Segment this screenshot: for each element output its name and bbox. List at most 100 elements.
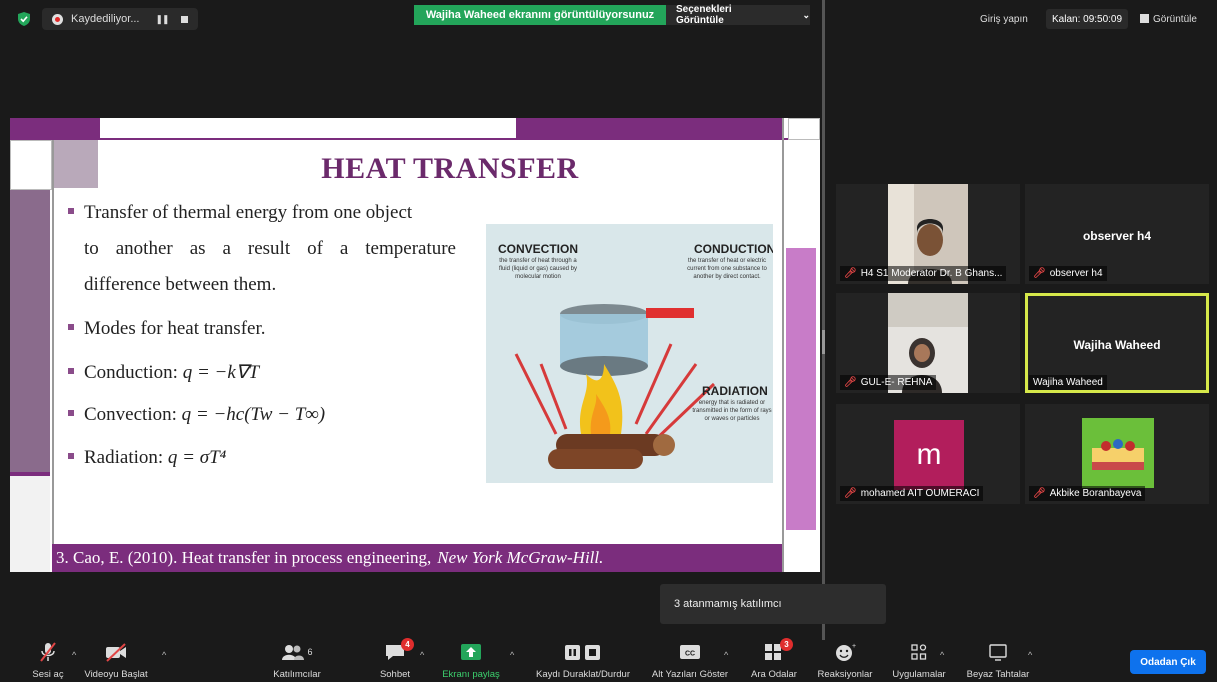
reference-publisher: New York McGraw-Hill. xyxy=(437,548,604,567)
captions-label: Alt Yazıları Göster xyxy=(651,669,729,680)
divider-drag-handle[interactable] xyxy=(822,330,825,354)
participants-button[interactable]: 6 Katılımcılar xyxy=(268,640,326,682)
pause-recording-icon[interactable]: ❚❚ xyxy=(155,14,169,25)
participant-name: Wajiha Waheed xyxy=(1029,375,1107,390)
closed-captions-icon: CC xyxy=(679,640,701,664)
unassigned-participants-popup[interactable]: 3 atanmamış katılımcı xyxy=(660,584,886,624)
shared-screen-slide: HEAT TRANSFER Transfer of thermal energy… xyxy=(10,118,820,572)
participant-name: 🎤︎ H4 S1 Moderator Dr. B Ghans... xyxy=(840,266,1007,281)
view-button[interactable]: Görüntüle xyxy=(1140,14,1197,25)
chat-unread-badge: 4 xyxy=(401,638,414,651)
bullet-label: Radiation: xyxy=(84,447,164,468)
bullet-label: Convection: xyxy=(84,404,177,425)
pause-stop-recording-button[interactable]: Kaydı Duraklat/Durdur xyxy=(528,640,638,682)
radiation-label: RADIATION xyxy=(702,384,768,398)
convection-label: CONVECTION xyxy=(498,242,579,256)
screen-share-banner: Wajiha Waheed ekranını görüntülüyorsunuz xyxy=(414,5,666,25)
convection-description: the transfer of heat through a fluid (li… xyxy=(498,258,578,280)
reactions-smiley-icon: + xyxy=(834,640,856,664)
view-options-button[interactable]: Seçenekleri Görüntüle ⌄ xyxy=(666,4,810,26)
view-button-label: Görüntüle xyxy=(1153,14,1197,25)
slide-decoration xyxy=(10,118,100,138)
breakout-rooms-button[interactable]: 3 Ara Odalar xyxy=(746,638,802,682)
bullet-text-continued: to another as a result of a temperature xyxy=(84,238,456,259)
participant-tile-active-speaker[interactable]: Wajiha Waheed Wajiha Waheed xyxy=(1025,293,1209,393)
conduction-description: the transfer of heat or electric current… xyxy=(687,258,767,280)
stop-recording-icon[interactable] xyxy=(180,15,188,23)
chat-button[interactable]: 4 Sohbet xyxy=(374,638,416,682)
security-shield-icon[interactable] xyxy=(18,12,30,26)
participant-display-name: observer h4 xyxy=(1082,229,1152,243)
slide-decoration xyxy=(52,140,54,572)
participant-name-text: GUL-E- REHNA xyxy=(860,377,933,388)
bullet-text: Transfer of thermal energy from one obje… xyxy=(84,202,413,223)
grid-view-icon xyxy=(1140,14,1149,23)
reactions-button[interactable]: + Reaksiyonlar xyxy=(814,640,876,682)
start-video-label: Videoyu Başlat xyxy=(84,669,148,680)
meeting-top-bar: Kaydediliyor... ❚❚ Wajiha Waheed ekranın… xyxy=(0,0,1217,36)
participants-label: Katılımcılar xyxy=(273,669,321,680)
chat-label: Sohbet xyxy=(379,669,411,680)
participant-tile[interactable]: observer h4 🎤︎ observer h4 xyxy=(1025,184,1209,284)
bullet-icon xyxy=(68,324,74,330)
unmute-button[interactable]: Sesi aç xyxy=(28,640,68,682)
participant-name-text: Akbike Boranbayeva xyxy=(1049,488,1142,499)
panel-divider[interactable] xyxy=(822,0,825,640)
slide-decoration xyxy=(10,472,50,572)
apps-icon xyxy=(909,640,929,664)
participants-icon: 6 xyxy=(281,640,313,664)
participant-name-text: Wajiha Waheed xyxy=(1033,377,1103,388)
whiteboards-button[interactable]: Beyaz Tahtalar xyxy=(962,640,1034,682)
participant-tile[interactable]: 🎤︎ GUL-E- REHNA xyxy=(836,293,1020,393)
apps-options-chevron-icon[interactable]: ^ xyxy=(940,650,944,660)
show-captions-button[interactable]: CC Alt Yazıları Göster xyxy=(648,640,732,682)
video-options-chevron-icon[interactable]: ^ xyxy=(162,650,166,660)
recording-control-label: Kaydı Duraklat/Durdur xyxy=(536,669,630,680)
participant-name-text: mohamed AIT OUMERACI xyxy=(860,488,980,499)
slide-decoration xyxy=(516,118,784,138)
participant-tile[interactable]: m 🎤︎ mohamed AIT OUMERACI xyxy=(836,404,1020,504)
radiation-formula: q = σT⁴ xyxy=(167,447,227,468)
slide-reference: 3. Cao, E. (2010). Heat transfer in proc… xyxy=(52,544,782,572)
view-options-label: Seçenekleri Görüntüle xyxy=(676,4,732,26)
mic-muted-icon: 🎤︎ xyxy=(1033,268,1046,279)
bullet-item: Conduction: q = −k∇T xyxy=(68,361,259,384)
conduction-label: CONDUCTION xyxy=(694,242,773,256)
apps-label: Uygulamalar xyxy=(892,669,946,680)
reactions-label: Reaksiyonlar xyxy=(817,669,873,680)
share-screen-button[interactable]: Ekranı paylaş xyxy=(442,640,500,682)
bullet-item: Convection: q = −hc(Tw − T∞) xyxy=(68,404,325,426)
whiteboards-options-chevron-icon[interactable]: ^ xyxy=(1028,650,1032,660)
bullet-item: Transfer of thermal energy from one obje… xyxy=(68,202,412,224)
breakout-rooms-icon: 3 xyxy=(763,638,793,664)
chevron-down-icon: ⌄ xyxy=(802,9,810,20)
apps-button[interactable]: Uygulamalar xyxy=(886,640,952,682)
chat-icon: 4 xyxy=(384,638,414,664)
bullet-icon xyxy=(68,368,74,374)
svg-text:+: + xyxy=(852,643,856,650)
bullet-label: Conduction: xyxy=(84,362,178,383)
slide-decoration xyxy=(54,140,98,188)
start-video-button[interactable]: Videoyu Başlat xyxy=(84,640,148,682)
slide-decoration xyxy=(10,138,820,140)
participant-name: 🎤︎ observer h4 xyxy=(1029,266,1107,281)
slide-decoration xyxy=(786,248,816,530)
share-options-chevron-icon[interactable]: ^ xyxy=(510,650,514,660)
bullet-item: Modes for heat transfer. xyxy=(68,318,266,340)
chat-options-chevron-icon[interactable]: ^ xyxy=(420,650,424,660)
audio-options-chevron-icon[interactable]: ^ xyxy=(72,650,76,660)
participant-avatar: m xyxy=(894,420,964,490)
participant-tile[interactable]: 🎤︎ Akbike Boranbayeva xyxy=(1025,404,1209,504)
captions-options-chevron-icon[interactable]: ^ xyxy=(724,650,728,660)
meeting-toolbar: Sesi aç ^ Videoyu Başlat ^ 6 Katılımcıla… xyxy=(0,638,1217,682)
leave-meeting-button[interactable]: Odadan Çık xyxy=(1130,650,1206,674)
bullet-icon xyxy=(68,208,74,214)
mic-muted-icon: 🎤︎ xyxy=(844,488,857,499)
bullet-icon xyxy=(68,453,74,459)
bullet-item: Radiation: q = σT⁴ xyxy=(68,447,226,469)
participant-tile[interactable]: 🎤︎ H4 S1 Moderator Dr. B Ghans... xyxy=(836,184,1020,284)
slide-decoration xyxy=(788,118,820,140)
sign-in-link[interactable]: Giriş yapın xyxy=(980,14,1028,25)
bullet-text-continued: difference between them. xyxy=(84,274,277,295)
breakout-badge: 3 xyxy=(780,638,793,651)
